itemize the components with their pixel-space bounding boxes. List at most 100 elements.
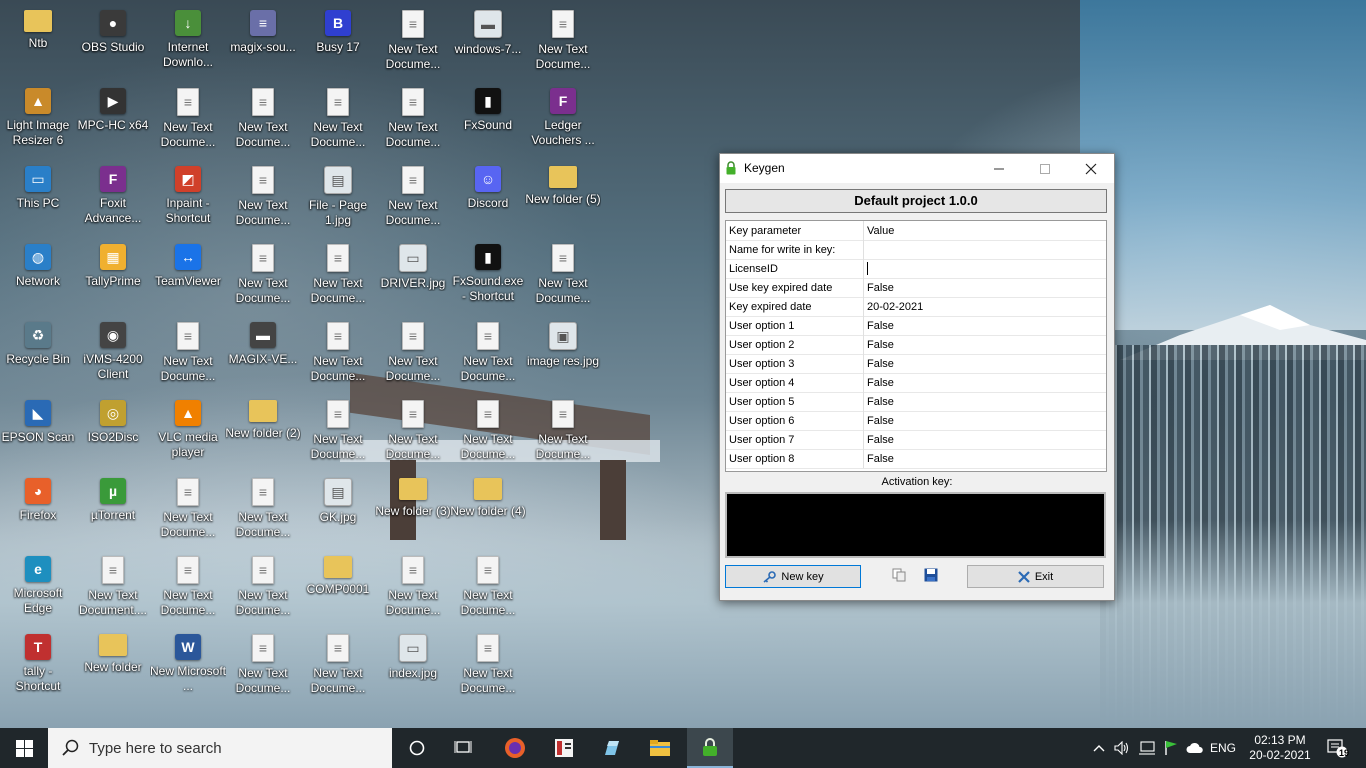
- desktop-icon[interactable]: ≡ New Text Docume...: [225, 470, 301, 546]
- grid-row[interactable]: User option 1 False: [726, 316, 1106, 336]
- grid-value-cell[interactable]: False: [863, 316, 1104, 335]
- new-key-button[interactable]: New key: [725, 565, 861, 588]
- desktop-icon[interactable]: ≡ New Text Docume...: [150, 470, 226, 546]
- desktop-icon[interactable]: ≡ New Text Docume...: [225, 236, 301, 312]
- cortana-button[interactable]: [394, 728, 440, 768]
- show-hidden-icons-button[interactable]: [1090, 728, 1108, 768]
- desktop-icon[interactable]: F Foxit Advance...: [75, 158, 151, 234]
- desktop-icon[interactable]: ▬ MAGIX-VE...: [225, 314, 301, 390]
- taskbar-search-box[interactable]: Type here to search: [48, 728, 392, 768]
- close-button[interactable]: [1068, 154, 1114, 183]
- desktop-icon[interactable]: ≡ New Text Docume...: [300, 80, 376, 156]
- keygen-window[interactable]: Keygen Default project 1.0.0 Key paramet…: [719, 153, 1115, 601]
- grid-value-cell[interactable]: False: [863, 278, 1104, 297]
- desktop-icon[interactable]: New folder (4): [450, 470, 526, 546]
- network-button[interactable]: [1136, 728, 1158, 768]
- desktop-icon[interactable]: ≡ New Text Docume...: [150, 548, 226, 624]
- desktop-icon[interactable]: ≡ New Text Docume...: [225, 158, 301, 234]
- license-id-input[interactable]: [863, 259, 1104, 278]
- desktop-icon[interactable]: ≡ New Text Docume...: [375, 548, 451, 624]
- grid-row[interactable]: Use key expired date False: [726, 278, 1106, 298]
- grid-row[interactable]: User option 2 False: [726, 335, 1106, 355]
- grid-row[interactable]: LicenseID: [726, 259, 1106, 279]
- taskbar-file-explorer[interactable]: [637, 728, 683, 768]
- start-button[interactable]: [0, 728, 48, 768]
- grid-value-cell[interactable]: False: [863, 335, 1104, 354]
- desktop-icon[interactable]: ≡ New Text Docume...: [525, 2, 601, 78]
- exit-button[interactable]: Exit: [967, 565, 1104, 588]
- desktop-icon[interactable]: ≡ New Text Docume...: [525, 392, 601, 468]
- desktop-icon[interactable]: ☺ Discord: [450, 158, 526, 234]
- desktop-icon[interactable]: B Busy 17: [300, 2, 376, 78]
- activation-key-output[interactable]: [725, 492, 1106, 558]
- desktop-icon[interactable]: ≡ New Text Docume...: [375, 158, 451, 234]
- grid-row[interactable]: User option 6 False: [726, 411, 1106, 431]
- desktop-icon[interactable]: COMP0001: [300, 548, 376, 624]
- desktop-icon[interactable]: ≡ New Text Docume...: [375, 80, 451, 156]
- desktop-icon[interactable]: ≡ New Text Docume...: [150, 314, 226, 390]
- onedrive-button[interactable]: [1184, 728, 1206, 768]
- desktop-icon[interactable]: µ µTorrent: [75, 470, 151, 546]
- desktop-icon[interactable]: ↔ TeamViewer: [150, 236, 226, 312]
- grid-row[interactable]: User option 3 False: [726, 354, 1106, 374]
- parameter-grid[interactable]: Key parameter Value Name for write in ke…: [725, 220, 1107, 472]
- desktop-icon[interactable]: ≡ New Text Document....: [75, 548, 151, 624]
- desktop-icon[interactable]: ▤ GK.jpg: [300, 470, 376, 546]
- desktop-icon[interactable]: W New Microsoft ...: [150, 626, 226, 702]
- desktop-icon[interactable]: ▮ FxSound.exe - Shortcut: [450, 236, 526, 312]
- desktop-icon[interactable]: New folder (5): [525, 158, 601, 234]
- desktop-icon[interactable]: ≡ New Text Docume...: [450, 548, 526, 624]
- grid-row[interactable]: User option 5 False: [726, 392, 1106, 412]
- desktop-icon[interactable]: ▲ Light Image Resizer 6: [0, 80, 76, 156]
- grid-value-cell[interactable]: False: [863, 411, 1104, 430]
- taskbar-book-app[interactable]: [541, 728, 587, 768]
- clock-button[interactable]: 02:13 PM 20-02-2021: [1244, 728, 1316, 768]
- desktop-icon[interactable]: ◉ iVMS-4200 Client: [75, 314, 151, 390]
- desktop-icon[interactable]: e Microsoft Edge: [0, 548, 76, 624]
- desktop-icon[interactable]: ≡ New Text Docume...: [450, 626, 526, 702]
- input-language-button[interactable]: ENG: [1206, 728, 1240, 768]
- desktop-icon[interactable]: New folder (2): [225, 392, 301, 468]
- desktop-icon[interactable]: ≡ New Text Docume...: [225, 80, 301, 156]
- grid-value-cell[interactable]: False: [863, 392, 1104, 411]
- window-titlebar[interactable]: Keygen: [720, 154, 1114, 183]
- desktop-icon[interactable]: ≡ New Text Docume...: [300, 236, 376, 312]
- desktop-icon[interactable]: ≡ New Text Docume...: [375, 2, 451, 78]
- grid-row[interactable]: User option 8 False: [726, 449, 1106, 469]
- name-value-cell[interactable]: [863, 240, 1104, 259]
- desktop-icon[interactable]: ▦ TallyPrime: [75, 236, 151, 312]
- desktop-icon[interactable]: ≡ New Text Docume...: [150, 80, 226, 156]
- action-center-button[interactable]: 19: [1320, 728, 1354, 768]
- desktop-icon[interactable]: ▬ windows-7...: [450, 2, 526, 78]
- desktop-icon[interactable]: ▭ This PC: [0, 158, 76, 234]
- desktop-icon[interactable]: ▭ DRIVER.jpg: [375, 236, 451, 312]
- desktop-icon[interactable]: ≡ New Text Docume...: [525, 236, 601, 312]
- task-view-button[interactable]: [440, 728, 486, 768]
- desktop-icon[interactable]: ≡ New Text Docume...: [300, 314, 376, 390]
- taskbar-keygen[interactable]: [687, 728, 733, 768]
- desktop-icon[interactable]: ≡ New Text Docume...: [450, 392, 526, 468]
- desktop-icon[interactable]: ◕ Firefox: [0, 470, 76, 546]
- desktop-icon[interactable]: ≡ New Text Docume...: [375, 392, 451, 468]
- save-button[interactable]: [923, 567, 939, 583]
- desktop-icon[interactable]: New folder: [75, 626, 151, 702]
- taskbar-firefox[interactable]: [492, 728, 538, 768]
- desktop-icon[interactable]: ◎ ISO2Disc: [75, 392, 151, 468]
- copy-button[interactable]: [891, 567, 907, 583]
- desktop-icon[interactable]: ◩ Inpaint - Shortcut: [150, 158, 226, 234]
- desktop-icon[interactable]: ≡ New Text Docume...: [375, 314, 451, 390]
- taskbar-pen-app[interactable]: [589, 728, 635, 768]
- desktop-icon[interactable]: ▮ FxSound: [450, 80, 526, 156]
- flag-tray-button[interactable]: [1160, 728, 1182, 768]
- desktop-icon[interactable]: ≡ New Text Docume...: [225, 548, 301, 624]
- desktop-icon[interactable]: ≡ New Text Docume...: [225, 626, 301, 702]
- grid-value-cell[interactable]: False: [863, 449, 1104, 468]
- desktop-icon[interactable]: ◍ Network: [0, 236, 76, 312]
- desktop-icon[interactable]: ↓ Internet Downlo...: [150, 2, 226, 78]
- desktop-icon[interactable]: ♻ Recycle Bin: [0, 314, 76, 390]
- grid-row[interactable]: Key expired date 20-02-2021: [726, 297, 1106, 317]
- grid-value-cell[interactable]: False: [863, 354, 1104, 373]
- volume-button[interactable]: [1112, 728, 1132, 768]
- desktop-icon[interactable]: ▤ File - Page 1.jpg: [300, 158, 376, 234]
- grid-value-cell[interactable]: False: [863, 373, 1104, 392]
